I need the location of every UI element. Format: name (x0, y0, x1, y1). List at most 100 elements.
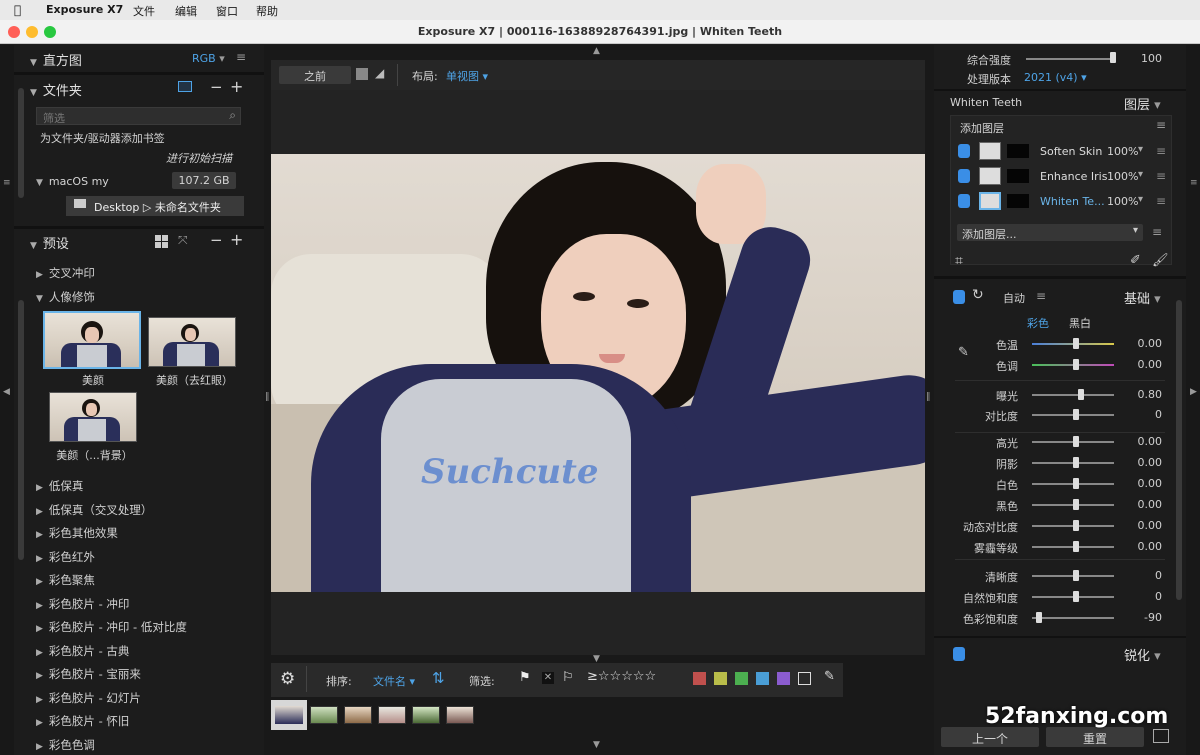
add-layer-dropdown[interactable]: 添加图层... ▾ (957, 224, 1143, 241)
menu-icon[interactable]: ≡ (1156, 118, 1166, 132)
layer-thumb[interactable] (979, 192, 1001, 210)
add-folder-icon[interactable] (178, 81, 192, 92)
preset-thumb[interactable] (49, 392, 137, 442)
filmstrip-selected[interactable] (271, 700, 307, 730)
preset-group[interactable]: ▶ 彩色胶片 - 宝丽来 (36, 666, 141, 682)
preset-thumb[interactable] (43, 311, 141, 369)
color-label-swatch[interactable] (714, 672, 727, 685)
layer-thumb[interactable] (979, 142, 1001, 160)
slider-knob[interactable] (1073, 520, 1079, 531)
layer-opacity[interactable]: 100% (1107, 195, 1138, 208)
color-label-swatch[interactable] (735, 672, 748, 685)
color-label-swatch[interactable] (693, 672, 706, 685)
collapse-left-icon[interactable]: ◀ (3, 387, 10, 397)
adjust-slider[interactable] (1032, 394, 1114, 396)
slider-knob[interactable] (1073, 570, 1079, 581)
preset-group[interactable]: ▶ 低保真 (36, 478, 83, 494)
preset-group[interactable]: ▶ 低保真（交叉处理） (36, 502, 152, 518)
plus-icon[interactable]: + (230, 230, 243, 249)
folder-item-selected[interactable]: Desktop ▷ 未命名文件夹 (66, 196, 244, 216)
adjust-slider[interactable] (1032, 617, 1114, 619)
menu-icon[interactable]: ≡ (236, 50, 246, 64)
basic-header[interactable]: 基础 ▾ (1124, 288, 1161, 307)
layer-mask[interactable] (1007, 144, 1029, 158)
eyedropper-icon[interactable]: ✎ (824, 669, 835, 684)
tab-bw[interactable]: 黑白 (1069, 315, 1091, 331)
slider-knob[interactable] (1078, 389, 1084, 400)
menu-app[interactable]: Exposure X7 (46, 3, 123, 16)
sharpen-header[interactable]: 锐化 ▾ (1124, 645, 1161, 664)
layer-thumb[interactable] (979, 167, 1001, 185)
film-thumb[interactable] (412, 706, 440, 724)
presets-scrollbar[interactable] (18, 300, 24, 560)
layer-mask[interactable] (1007, 194, 1029, 208)
minus-icon[interactable]: − (210, 231, 223, 249)
menu-icon[interactable]: ≡ (1036, 289, 1046, 303)
collapse-top-icon[interactable]: ▲ (593, 46, 600, 56)
preset-group[interactable]: ▼ 人像修饰 (36, 289, 95, 305)
slider-knob[interactable] (1073, 436, 1079, 447)
layer-name[interactable]: Whiten Te... (1040, 195, 1105, 208)
right-scrollbar[interactable] (1176, 300, 1182, 600)
slider-knob[interactable] (1073, 338, 1079, 349)
reset-cycle-icon[interactable]: ↻ (972, 287, 984, 303)
process-version-select[interactable]: 2021 (v4) ▾ (1024, 71, 1087, 84)
minus-icon[interactable]: − (210, 78, 223, 96)
no-color-icon[interactable] (798, 672, 811, 685)
reset-button[interactable]: 重置 (1046, 727, 1144, 747)
folders-scrollbar[interactable] (18, 88, 24, 198)
slider-knob[interactable] (1073, 591, 1079, 602)
preset-group[interactable]: ▶ 彩色胶片 - 冲印 - 低对比度 (36, 619, 187, 635)
preset-thumb[interactable] (148, 317, 236, 367)
reject-flag-icon[interactable]: ✕ (542, 672, 554, 684)
layer-visibility-toggle[interactable] (958, 144, 970, 158)
chevron-down-icon[interactable]: ▾ (1138, 144, 1143, 155)
layer-mask[interactable] (1007, 169, 1029, 183)
layer-opacity[interactable]: 100% (1107, 145, 1138, 158)
layer-name[interactable]: Soften Skin (1040, 145, 1102, 158)
slider-knob[interactable] (1073, 359, 1079, 370)
color-label-swatch[interactable] (756, 672, 769, 685)
preset-group[interactable]: ▶ 彩色其他效果 (36, 525, 118, 541)
presets-header[interactable]: ▼ 预设 (30, 233, 69, 252)
compare-icon[interactable]: ◢ (375, 66, 384, 80)
preset-group[interactable]: ▶ 交叉冲印 (36, 265, 95, 281)
previous-button[interactable]: 上一个 (941, 727, 1039, 747)
slider-knob[interactable] (1110, 52, 1116, 63)
preset-group[interactable]: ▶ 彩色红外 (36, 549, 95, 565)
menu-window[interactable]: 窗口 (216, 3, 238, 19)
chevron-down-icon[interactable]: ▾ (1138, 194, 1143, 205)
preset-group[interactable]: ▶ 彩色胶片 - 幻灯片 (36, 690, 141, 706)
panel-splitter-left[interactable]: ‖ (265, 392, 270, 402)
histogram-header[interactable]: ▼ 直方图 (30, 50, 82, 69)
basic-panel-toggle[interactable] (953, 290, 965, 304)
preset-group[interactable]: ▶ 彩色胶片 - 古典 (36, 643, 129, 659)
layer-visibility-toggle[interactable] (958, 194, 970, 208)
collapse-right-icon[interactable]: ▶ (1190, 387, 1197, 397)
film-thumb[interactable] (344, 706, 372, 724)
panel-grip-icon[interactable]: ≡ (1190, 178, 1198, 188)
drag-handle-icon[interactable]: ≡ (1156, 194, 1166, 208)
layer-opacity[interactable]: 100% (1107, 170, 1138, 183)
film-thumb[interactable] (310, 706, 338, 724)
chevron-down-icon[interactable]: ▾ (1138, 169, 1143, 180)
preset-group[interactable]: ▶ 彩色胶片 - 冲印 (36, 596, 129, 612)
brush-icon[interactable]: 🖌︎ (1152, 253, 1169, 268)
slider-knob[interactable] (1073, 478, 1079, 489)
layers-header[interactable]: 图层 ▾ (1124, 94, 1161, 113)
drag-handle-icon[interactable]: ≡ (1156, 169, 1166, 183)
slider-knob[interactable] (1073, 499, 1079, 510)
preset-group[interactable]: ▶ 彩色聚焦 (36, 572, 95, 588)
menu-help[interactable]: 帮助 (256, 3, 278, 19)
collapse-all-icon[interactable]: ⤧ (178, 233, 188, 248)
sort-select[interactable]: 文件名 ▾ (373, 673, 415, 689)
menu-edit[interactable]: 编辑 (175, 3, 197, 19)
crop-icon[interactable]: ⌗ (955, 253, 963, 269)
drive-item[interactable]: ▼ macOS my (36, 174, 109, 188)
grid-view-icon[interactable] (155, 235, 168, 248)
layout-select[interactable]: 单视图 ▾ (446, 68, 488, 84)
panel-grip-icon[interactable]: ≡ (3, 178, 11, 188)
gear-icon[interactable]: ⚙ (280, 669, 295, 689)
unflagged-icon[interactable]: ⚐ (562, 670, 574, 685)
slider-knob[interactable] (1073, 457, 1079, 468)
